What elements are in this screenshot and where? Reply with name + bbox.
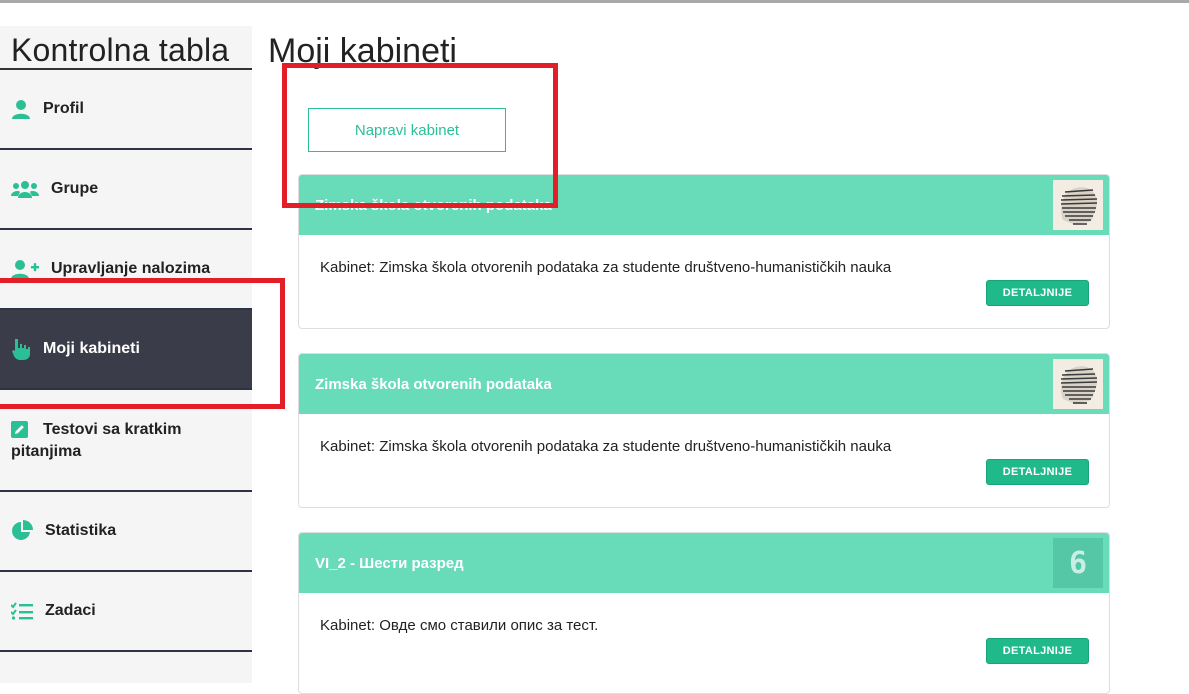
cabinet-card: VI_2 - Шести разред 6 Kabinet: Овде смо … xyxy=(298,532,1110,694)
user-icon xyxy=(11,99,31,119)
card-body: Kabinet: Zimska škola otvorenih podataka… xyxy=(299,235,1109,326)
sidebar-item-content: Testovi sa kratkim pitanjima xyxy=(11,419,211,463)
sidebar-title: Kontrolna tabla xyxy=(11,32,230,68)
sidebar-item-profil[interactable]: Profil xyxy=(0,70,252,148)
card-header[interactable]: VI_2 - Шести разред 6 xyxy=(299,533,1109,593)
highlight-box-create xyxy=(282,63,558,208)
sidebar-item-label: Zadaci xyxy=(45,602,96,619)
sidebar-item-label: Profil xyxy=(43,100,84,117)
edit-icon xyxy=(11,421,28,438)
sidebar-item-zadaci[interactable]: Zadaci xyxy=(0,572,252,650)
sidebar-item-statistika[interactable]: Statistika xyxy=(0,492,252,570)
highlight-box-nav xyxy=(0,278,285,409)
details-button[interactable]: DETALJNIJE xyxy=(986,638,1089,664)
divider xyxy=(0,650,252,652)
cabinet-thumbnail-image xyxy=(1053,359,1103,409)
pie-chart-icon xyxy=(11,520,33,542)
user-plus-icon xyxy=(11,259,39,279)
cabinet-thumbnail-image xyxy=(1053,180,1103,230)
card-description: Kabinet: Zimska škola otvorenih podataka… xyxy=(320,438,892,455)
users-icon xyxy=(11,180,39,198)
sidebar-item-grupe[interactable]: Grupe xyxy=(0,150,252,228)
card-header[interactable]: Zimska škola otvorenih podataka xyxy=(299,354,1109,414)
sidebar-item-label: Grupe xyxy=(51,180,99,197)
details-button[interactable]: DETALJNIJE xyxy=(986,280,1089,306)
card-title: VI_2 - Шести разред xyxy=(315,554,464,572)
top-border xyxy=(0,0,1189,3)
thumbnail-number: 6 xyxy=(1068,545,1088,581)
details-button[interactable]: DETALJNIJE xyxy=(986,459,1089,485)
sidebar-item-label: Statistika xyxy=(45,522,117,539)
sidebar-item-label: Upravljanje nalozima xyxy=(51,260,211,277)
card-title: Zimska škola otvorenih podataka xyxy=(315,375,552,393)
cabinet-thumbnail-image: 6 xyxy=(1053,538,1103,588)
sidebar-item-label: Testovi sa kratkim pitanjima xyxy=(11,421,182,460)
tasks-icon xyxy=(11,602,33,620)
cabinet-card: Zimska škola otvorenih podataka Kabinet:… xyxy=(298,353,1110,508)
card-body: Kabinet: Zimska škola otvorenih podataka… xyxy=(299,414,1109,505)
card-body: Kabinet: Овде смо ставили опис за тест. … xyxy=(299,593,1109,684)
card-description: Kabinet: Овде смо ставили опис за тест. xyxy=(320,617,599,634)
card-description: Kabinet: Zimska škola otvorenih podataka… xyxy=(320,259,892,276)
